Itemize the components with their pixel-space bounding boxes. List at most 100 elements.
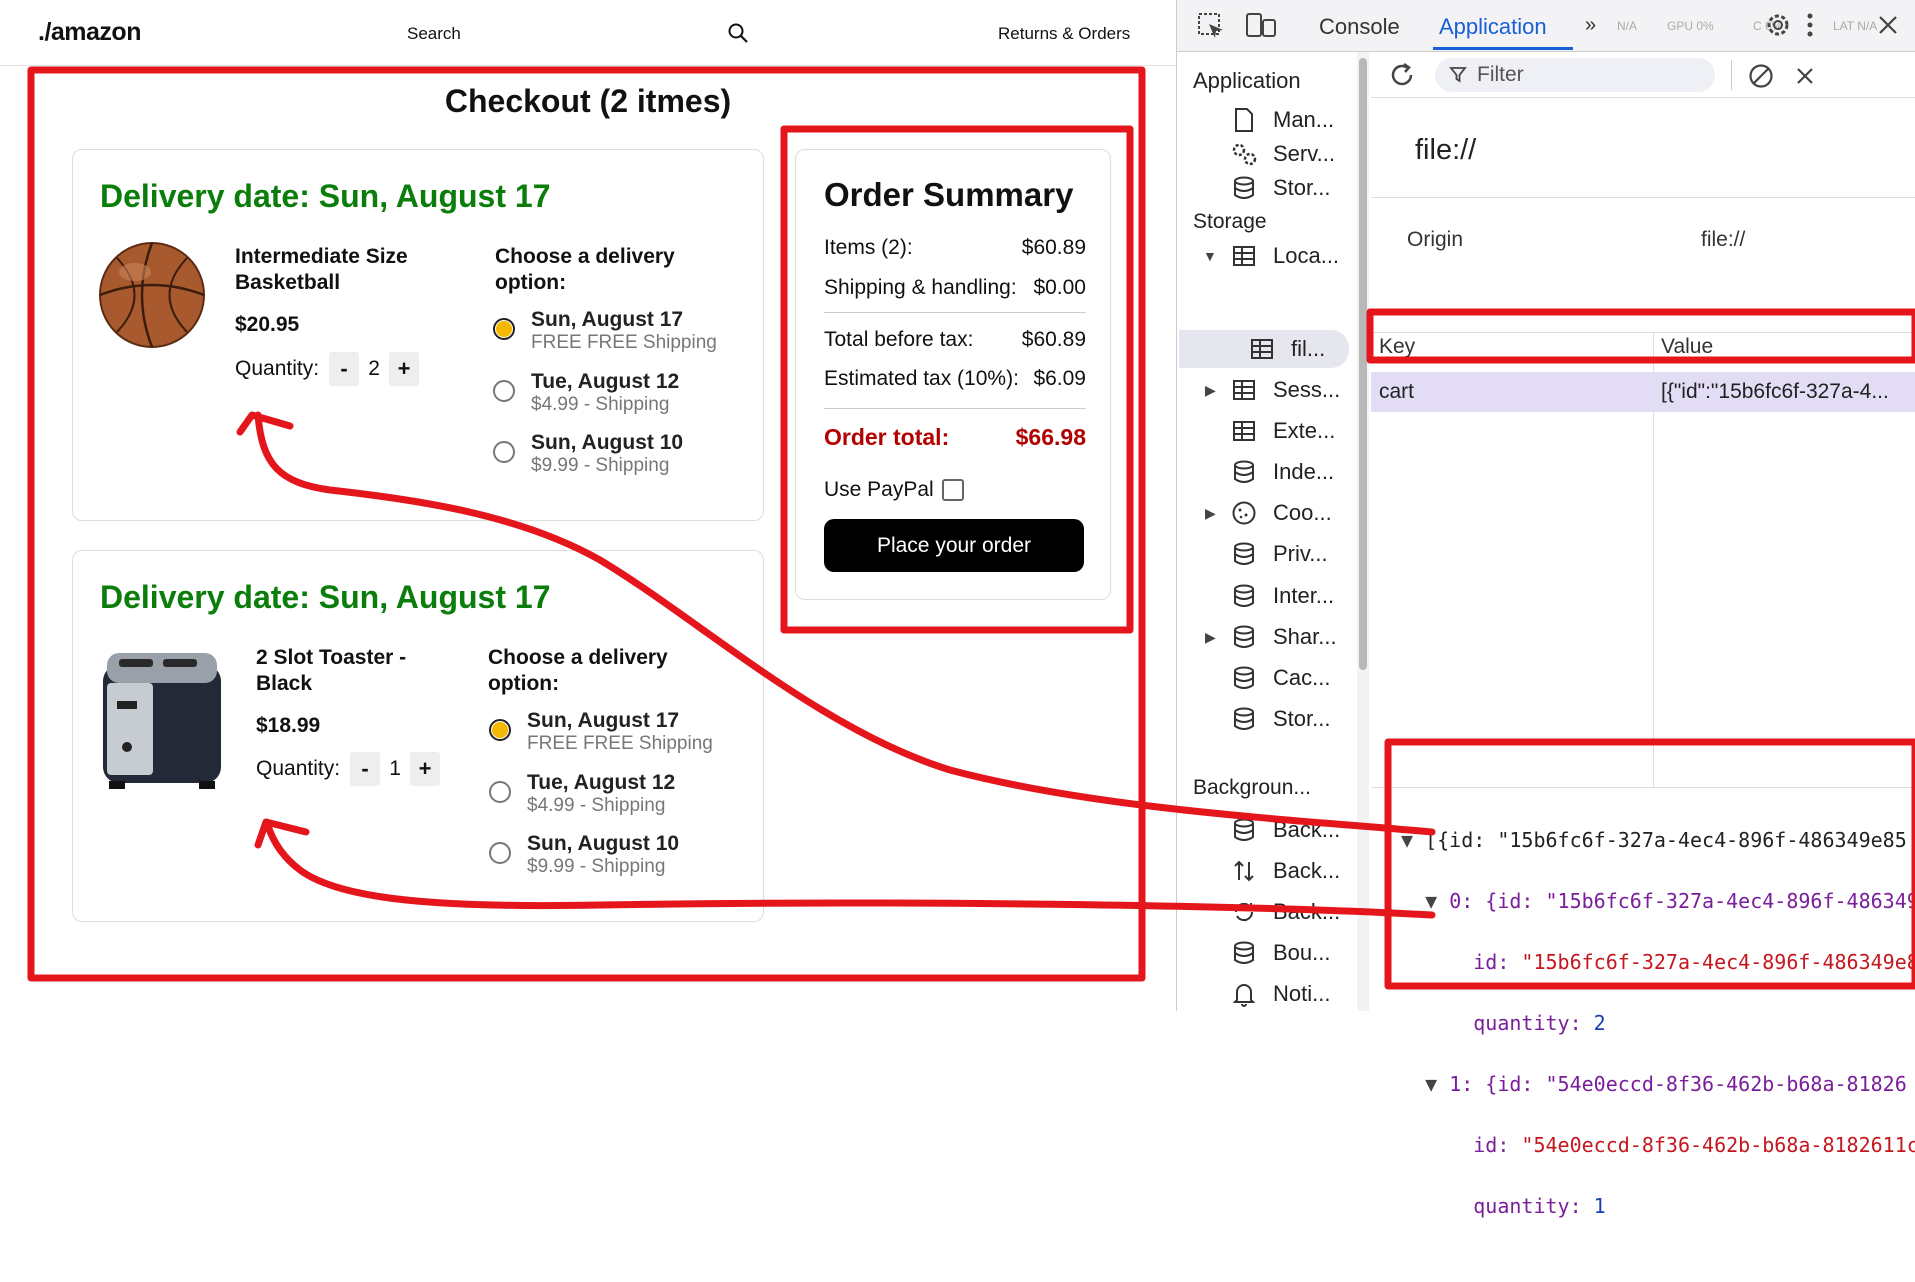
table-row[interactable]: cart [{"id":"15b6fc6f-327a-4... bbox=[1371, 372, 1915, 412]
key-column-header[interactable]: Key bbox=[1379, 335, 1415, 359]
sidebar-item-background-sync[interactable]: Back... bbox=[1229, 894, 1340, 930]
perf-na: N/A bbox=[1617, 19, 1638, 33]
option-shipping: $4.99 - Shipping bbox=[527, 795, 666, 816]
sidebar-item-session-storage[interactable]: Sess... bbox=[1229, 372, 1340, 408]
json-item-0: 0: {id: "15b6fc6f-327a-4ec4-896f-486349 bbox=[1449, 888, 1915, 913]
inspect-element-icon[interactable] bbox=[1197, 12, 1225, 40]
returns-orders-link[interactable]: Returns & Orders bbox=[998, 24, 1130, 44]
search-label[interactable]: Search bbox=[407, 24, 461, 44]
sidebar-item-label: Exte... bbox=[1273, 418, 1336, 443]
decrease-quantity-button[interactable]: - bbox=[350, 752, 381, 786]
json-item-line[interactable]: ▼ 0: {id: "15b6fc6f-327a-4ec4-896f-48634… bbox=[1401, 886, 1915, 917]
summary-label: Shipping & handling: bbox=[824, 276, 1017, 299]
json-item-line[interactable]: ▼ 1: {id: "54e0eccd-8f36-462b-b68a-81826 bbox=[1401, 1069, 1915, 1100]
sidebar-item-interest-groups[interactable]: Inter... bbox=[1229, 578, 1334, 614]
tab-application[interactable]: Application bbox=[1439, 14, 1547, 40]
delivery-option[interactable]: Tue, August 12 $4.99 - Shipping bbox=[489, 771, 675, 817]
filter-placeholder: Filter bbox=[1477, 63, 1524, 86]
radio[interactable] bbox=[489, 842, 511, 864]
order-summary-title: Order Summary bbox=[824, 176, 1074, 213]
close-devtools-icon[interactable] bbox=[1877, 14, 1899, 36]
decrease-quantity-button[interactable]: - bbox=[329, 352, 360, 386]
sidebar-scrollbar-thumb[interactable] bbox=[1359, 58, 1367, 670]
delete-selected-icon[interactable] bbox=[1795, 66, 1815, 86]
paypal-option[interactable]: Use PayPal bbox=[824, 478, 964, 502]
radio-selected[interactable] bbox=[493, 318, 515, 340]
radio[interactable] bbox=[493, 380, 515, 402]
increase-quantity-button[interactable]: + bbox=[410, 752, 441, 786]
amazon-logo[interactable]: ./amazon bbox=[38, 18, 141, 47]
sidebar-item-manifest[interactable]: Man... bbox=[1229, 102, 1334, 138]
expand-arrow-icon[interactable]: ▶ bbox=[1205, 629, 1216, 646]
sidebar-section-storage: Storage bbox=[1193, 210, 1267, 233]
tab-console[interactable]: Console bbox=[1319, 14, 1400, 40]
radio-selected[interactable] bbox=[489, 719, 511, 741]
devtools-panel: Console Application » N/A GPU 0% C 6% LA… bbox=[1176, 0, 1915, 1218]
json-prop-line: quantity: 1 bbox=[1401, 1191, 1915, 1222]
product-price: $20.95 bbox=[235, 313, 300, 336]
delivery-option[interactable]: Sun, August 10 $9.99 - Shipping bbox=[493, 431, 683, 477]
sidebar-item-label: Loca... bbox=[1273, 243, 1340, 268]
origin-value: file:// bbox=[1701, 228, 1746, 251]
json-root-line[interactable]: ▼ [{id: "15b6fc6f-327a-4ec4-896f-486349e… bbox=[1401, 825, 1915, 856]
sidebar-item-notifications[interactable]: Noti... bbox=[1229, 976, 1330, 1012]
sidebar-item-shared-storage[interactable]: Shar... bbox=[1229, 619, 1337, 655]
settings-gear-icon[interactable] bbox=[1763, 10, 1793, 40]
sidebar-item-local-storage-file[interactable]: fil... bbox=[1247, 331, 1325, 367]
sidebar-item-local-storage[interactable]: Loca... bbox=[1229, 238, 1339, 274]
summary-label: Estimated tax (10%): bbox=[824, 367, 1019, 390]
sidebar-item-extension-storage[interactable]: Exte... bbox=[1229, 413, 1335, 449]
increase-quantity-button[interactable]: + bbox=[389, 352, 420, 386]
option-date: Tue, August 12 bbox=[531, 370, 680, 393]
clear-all-icon[interactable] bbox=[1747, 62, 1775, 90]
summary-row-shipping: Shipping & handling: $0.00 bbox=[824, 276, 1086, 300]
sidebar-item-bounce-tracking[interactable]: Bou... bbox=[1229, 935, 1330, 971]
radio[interactable] bbox=[493, 441, 515, 463]
option-shipping: $4.99 - Shipping bbox=[531, 394, 670, 415]
search-icon[interactable] bbox=[727, 22, 749, 44]
json-key: quantity: bbox=[1473, 1010, 1582, 1035]
row-key: cart bbox=[1379, 380, 1415, 403]
option-shipping: $9.99 - Shipping bbox=[527, 856, 666, 877]
json-root: [{id: "15b6fc6f-327a-4ec4-896f-486349e85 bbox=[1425, 827, 1907, 852]
json-prop-line: id: "54e0eccd-8f36-462b-b68a-8182611c bbox=[1401, 1130, 1915, 1161]
delivery-option[interactable]: Tue, August 12 $4.99 - Shipping bbox=[493, 370, 679, 416]
filter-input[interactable]: Filter bbox=[1435, 58, 1715, 92]
gears-icon bbox=[1229, 141, 1259, 167]
sidebar-item-indexeddb[interactable]: Inde... bbox=[1229, 454, 1334, 490]
device-toolbar-icon[interactable] bbox=[1245, 12, 1277, 40]
sidebar-item-back-forward-cache[interactable]: Back... bbox=[1229, 812, 1340, 848]
radio[interactable] bbox=[489, 781, 511, 803]
sidebar-item-label: Back... bbox=[1273, 858, 1341, 883]
expand-arrow-icon[interactable]: ▶ bbox=[1205, 505, 1216, 522]
sidebar-item-storage[interactable]: Stor... bbox=[1229, 170, 1330, 206]
value-column-header[interactable]: Value bbox=[1661, 335, 1713, 359]
sidebar-item-label: Back... bbox=[1273, 817, 1341, 842]
product-name: 2 Slot Toaster - Black bbox=[256, 646, 407, 695]
sidebar-item-service-workers[interactable]: Serv... bbox=[1229, 136, 1335, 172]
sidebar-item-label: Coo... bbox=[1273, 500, 1332, 525]
perf-gpu: GPU 0% bbox=[1667, 19, 1714, 33]
database-icon bbox=[1229, 665, 1259, 691]
paypal-checkbox[interactable] bbox=[941, 479, 964, 501]
sidebar-item-cache-storage[interactable]: Cac... bbox=[1229, 660, 1330, 696]
kebab-menu-icon[interactable] bbox=[1805, 12, 1815, 38]
refresh-icon[interactable] bbox=[1387, 60, 1417, 90]
json-string: "54e0eccd-8f36-462b-b68a-8182611c bbox=[1521, 1132, 1915, 1157]
summary-value: $60.89 bbox=[1021, 328, 1086, 351]
delivery-option[interactable]: Sun, August 17 FREE FREE Shipping bbox=[493, 308, 717, 354]
option-shipping: FREE FREE Shipping bbox=[531, 332, 717, 353]
expand-arrow-icon[interactable]: ▼ bbox=[1203, 248, 1217, 264]
table-icon bbox=[1229, 243, 1259, 269]
delivery-option[interactable]: Sun, August 17 FREE FREE Shipping bbox=[489, 709, 713, 755]
summary-row-before-tax: Total before tax: $60.89 bbox=[824, 328, 1086, 352]
sidebar-item-cookies[interactable]: Coo... bbox=[1229, 495, 1332, 531]
sidebar-item-storage-buckets[interactable]: Stor... bbox=[1229, 701, 1330, 737]
sidebar-item-private-state-tokens[interactable]: Priv... bbox=[1229, 536, 1328, 572]
sidebar-item-background-fetch[interactable]: Back... bbox=[1229, 853, 1340, 889]
delivery-option[interactable]: Sun, August 10 $9.99 - Shipping bbox=[489, 832, 679, 878]
option-date: Sun, August 10 bbox=[527, 832, 680, 855]
more-tabs-icon[interactable]: » bbox=[1585, 14, 1596, 37]
place-order-button[interactable]: Place your order bbox=[824, 519, 1084, 572]
expand-arrow-icon[interactable]: ▶ bbox=[1205, 382, 1216, 399]
